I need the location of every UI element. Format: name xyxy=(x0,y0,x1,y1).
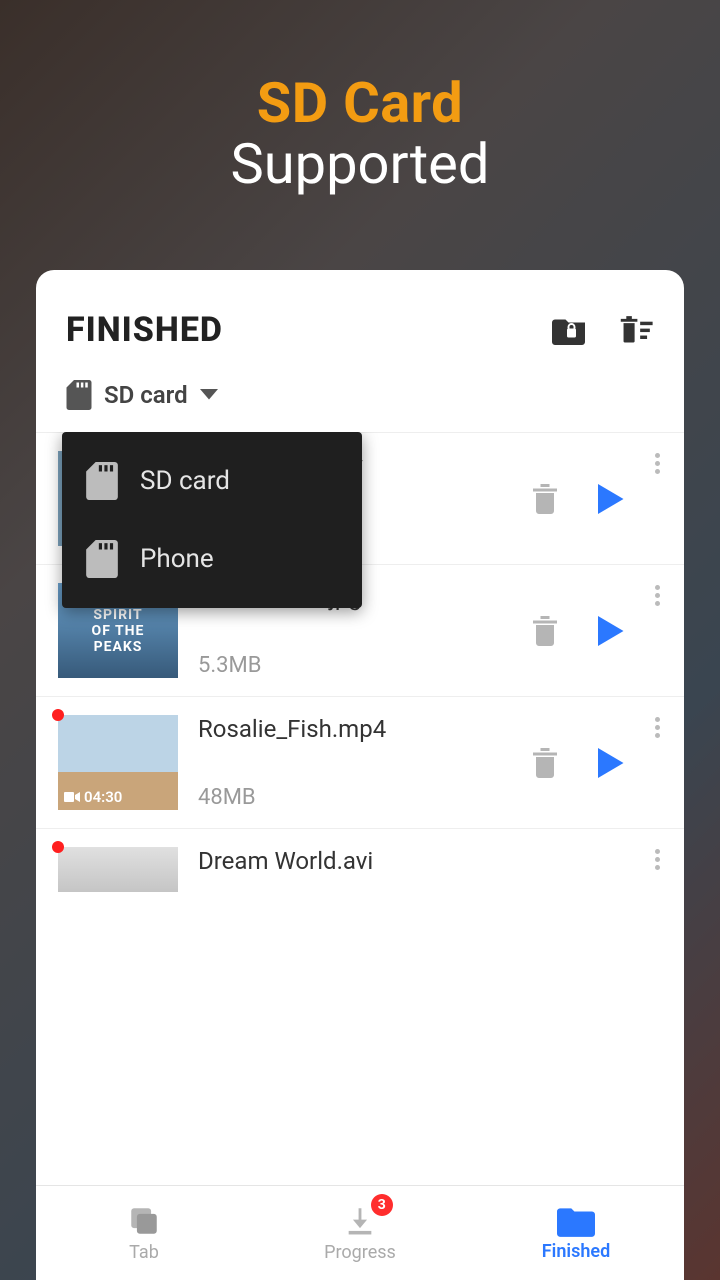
storage-popup: SD card Phone xyxy=(62,432,362,608)
tabs-icon xyxy=(127,1204,161,1238)
page-title: FINISHED xyxy=(66,310,522,350)
list-item[interactable]: Dream World.avi xyxy=(36,828,684,892)
bottom-nav: Tab 3 Progress Finished xyxy=(36,1185,684,1280)
thumbnail xyxy=(58,847,178,892)
card-header: FINISHED xyxy=(36,270,684,370)
chevron-down-icon xyxy=(200,389,218,401)
nav-label: Finished xyxy=(542,1241,610,1262)
nav-finished[interactable]: Finished xyxy=(468,1186,684,1280)
new-indicator-dot xyxy=(52,709,64,721)
file-list: Sound of Y.mkv SPIRIT OF THE PEAKS Saint… xyxy=(36,432,684,1185)
more-menu-button[interactable] xyxy=(655,849,660,870)
progress-badge: 3 xyxy=(371,1194,393,1216)
more-menu-button[interactable] xyxy=(655,453,660,474)
play-button[interactable] xyxy=(595,614,625,648)
delete-button[interactable] xyxy=(530,746,560,780)
hero-banner: SD Card Supported xyxy=(0,0,720,197)
clear-list-button[interactable] xyxy=(618,314,654,346)
folder-icon xyxy=(557,1205,595,1237)
video-camera-icon xyxy=(64,791,80,803)
file-name: Dream World.avi xyxy=(198,847,605,875)
more-menu-button[interactable] xyxy=(655,717,660,738)
new-indicator-dot xyxy=(52,841,64,853)
secure-folder-button[interactable] xyxy=(552,315,588,345)
file-size: 48MB xyxy=(198,785,510,810)
nav-label: Tab xyxy=(129,1242,159,1263)
storage-option-label: Phone xyxy=(140,544,214,574)
list-item[interactable]: 04:30 Rosalie_Fish.mp4 48MB xyxy=(36,696,684,828)
storage-option-sdcard[interactable]: SD card xyxy=(62,442,362,520)
sd-card-icon xyxy=(66,380,92,410)
play-button[interactable] xyxy=(595,482,625,516)
storage-selected-label: SD card xyxy=(104,381,188,409)
file-size: 5.3MB xyxy=(198,653,510,678)
hero-title-line2: Supported xyxy=(0,131,720,197)
hero-title-line1: SD Card xyxy=(0,70,720,136)
storage-option-phone[interactable]: Phone xyxy=(62,520,362,598)
storage-selector[interactable]: SD card xyxy=(36,370,684,432)
file-name: Rosalie_Fish.mp4 xyxy=(198,715,510,743)
delete-button[interactable] xyxy=(530,482,560,516)
delete-button[interactable] xyxy=(530,614,560,648)
nav-label: Progress xyxy=(324,1242,396,1263)
play-button[interactable] xyxy=(595,746,625,780)
nav-progress[interactable]: 3 Progress xyxy=(252,1186,468,1280)
finished-card: FINISHED SD card Sound of Y.mkv S xyxy=(36,270,684,1280)
nav-tab[interactable]: Tab xyxy=(36,1186,252,1280)
sd-card-icon xyxy=(86,462,118,500)
thumbnail: 04:30 xyxy=(58,715,178,810)
more-menu-button[interactable] xyxy=(655,585,660,606)
sd-card-icon xyxy=(86,540,118,578)
storage-option-label: SD card xyxy=(140,466,230,496)
video-duration: 04:30 xyxy=(64,788,122,806)
